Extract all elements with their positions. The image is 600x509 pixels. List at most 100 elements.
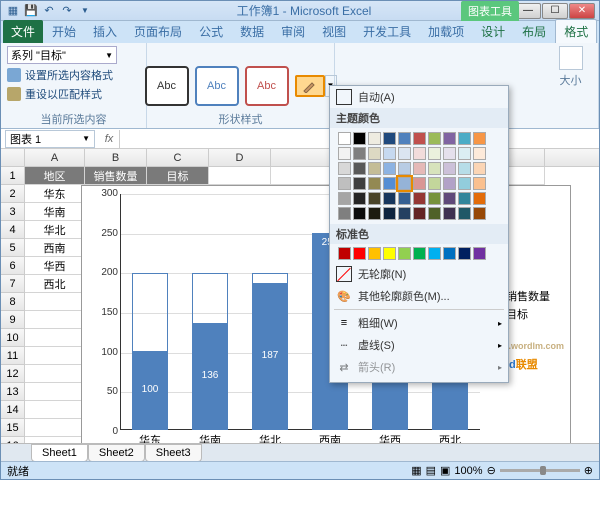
row-header[interactable]: 14	[1, 401, 25, 419]
color-swatch[interactable]	[443, 147, 456, 160]
color-swatch[interactable]	[338, 147, 351, 160]
color-swatch[interactable]	[473, 147, 486, 160]
zoom-in-button[interactable]: ⊕	[584, 464, 593, 477]
color-swatch[interactable]	[473, 177, 486, 190]
color-swatch[interactable]	[368, 247, 381, 260]
color-swatch[interactable]	[383, 247, 396, 260]
sheet-tab[interactable]: Sheet1	[31, 444, 88, 462]
color-swatch[interactable]	[383, 162, 396, 175]
row-header[interactable]: 15	[1, 419, 25, 437]
tab-0[interactable]: 开始	[44, 20, 84, 43]
color-swatch[interactable]	[353, 192, 366, 205]
shape-style-1[interactable]: Abc	[145, 66, 189, 106]
cell[interactable]	[25, 419, 85, 437]
qat-dropdown-icon[interactable]: ▼	[77, 3, 93, 19]
cell[interactable]	[25, 311, 85, 329]
cell[interactable]: 销售数量	[85, 167, 147, 185]
color-swatch[interactable]	[398, 247, 411, 260]
row-header[interactable]: 4	[1, 221, 25, 239]
cell[interactable]: 华南	[25, 203, 85, 221]
cell[interactable]: 华东	[25, 185, 85, 203]
col-header[interactable]: D	[209, 149, 271, 166]
row-header[interactable]: 10	[1, 329, 25, 347]
row-header[interactable]: 7	[1, 275, 25, 293]
tab-ctx-0[interactable]: 设计	[473, 20, 513, 43]
view-normal-icon[interactable]: ▦	[411, 464, 421, 477]
view-layout-icon[interactable]: ▤	[426, 464, 436, 477]
cell[interactable]	[209, 167, 271, 185]
cell[interactable]	[25, 347, 85, 365]
sheet-tab[interactable]: Sheet2	[88, 444, 145, 462]
color-swatch[interactable]	[428, 207, 441, 220]
color-swatch[interactable]	[383, 132, 396, 145]
color-swatch[interactable]	[443, 177, 456, 190]
cell[interactable]	[25, 383, 85, 401]
color-swatch[interactable]	[443, 132, 456, 145]
name-box[interactable]: 图表 1▼	[5, 130, 95, 148]
cell[interactable]: 西北	[25, 275, 85, 293]
color-swatch[interactable]	[443, 247, 456, 260]
color-swatch[interactable]	[458, 192, 471, 205]
cell[interactable]	[25, 401, 85, 419]
color-swatch[interactable]	[338, 207, 351, 220]
color-swatch[interactable]	[458, 177, 471, 190]
color-swatch[interactable]	[398, 192, 411, 205]
shape-style-3[interactable]: Abc	[245, 66, 289, 106]
color-swatch[interactable]	[353, 162, 366, 175]
select-all-corner[interactable]	[1, 149, 25, 166]
color-swatch[interactable]	[443, 192, 456, 205]
row-header[interactable]: 6	[1, 257, 25, 275]
zoom-level[interactable]: 100%	[454, 465, 482, 477]
color-swatch[interactable]	[338, 247, 351, 260]
cell[interactable]	[25, 329, 85, 347]
col-header[interactable]: B	[85, 149, 147, 166]
color-swatch[interactable]	[353, 132, 366, 145]
color-swatch[interactable]	[458, 207, 471, 220]
size-icon[interactable]	[559, 46, 583, 70]
tab-7[interactable]: 开发工具	[355, 20, 419, 43]
color-swatch[interactable]	[383, 192, 396, 205]
maximize-button[interactable]: ☐	[542, 3, 568, 19]
tab-1[interactable]: 插入	[85, 20, 125, 43]
color-swatch[interactable]	[413, 207, 426, 220]
color-swatch[interactable]	[428, 147, 441, 160]
color-swatch[interactable]	[368, 192, 381, 205]
row-header[interactable]: 13	[1, 383, 25, 401]
color-swatch[interactable]	[458, 132, 471, 145]
row-header[interactable]: 3	[1, 203, 25, 221]
row-header[interactable]: 11	[1, 347, 25, 365]
color-swatch[interactable]	[368, 147, 381, 160]
cell[interactable]	[25, 365, 85, 383]
color-swatch[interactable]	[473, 247, 486, 260]
reset-style-button[interactable]: 重设以匹配样式	[7, 86, 140, 102]
color-swatch[interactable]	[398, 162, 411, 175]
dash-item[interactable]: ┈ 虚线(S) ▸	[330, 334, 508, 356]
row-header[interactable]: 1	[1, 167, 25, 185]
color-swatch[interactable]	[398, 132, 411, 145]
view-break-icon[interactable]: ▣	[440, 464, 450, 477]
tab-5[interactable]: 审阅	[273, 20, 313, 43]
color-swatch[interactable]	[443, 207, 456, 220]
weight-item[interactable]: ≡ 粗细(W) ▸	[330, 312, 508, 334]
tab-ctx-1[interactable]: 布局	[514, 20, 554, 43]
zoom-slider[interactable]	[500, 469, 580, 472]
more-colors-item[interactable]: 🎨 其他轮廓颜色(M)...	[330, 285, 508, 307]
auto-color-item[interactable]: 自动(A)	[330, 86, 508, 108]
tab-file[interactable]: 文件	[3, 20, 43, 43]
tab-2[interactable]: 页面布局	[126, 20, 190, 43]
color-swatch[interactable]	[413, 162, 426, 175]
color-swatch[interactable]	[368, 162, 381, 175]
color-swatch[interactable]	[473, 132, 486, 145]
color-swatch[interactable]	[473, 192, 486, 205]
color-swatch[interactable]	[413, 147, 426, 160]
cell[interactable]: 华北	[25, 221, 85, 239]
color-swatch[interactable]	[428, 192, 441, 205]
redo-icon[interactable]: ↷	[59, 3, 75, 19]
color-swatch[interactable]	[398, 177, 411, 190]
cell[interactable]: 目标	[147, 167, 209, 185]
no-outline-item[interactable]: 无轮廓(N)	[330, 263, 508, 285]
color-swatch[interactable]	[413, 247, 426, 260]
color-swatch[interactable]	[383, 177, 396, 190]
color-swatch[interactable]	[368, 132, 381, 145]
color-swatch[interactable]	[398, 147, 411, 160]
